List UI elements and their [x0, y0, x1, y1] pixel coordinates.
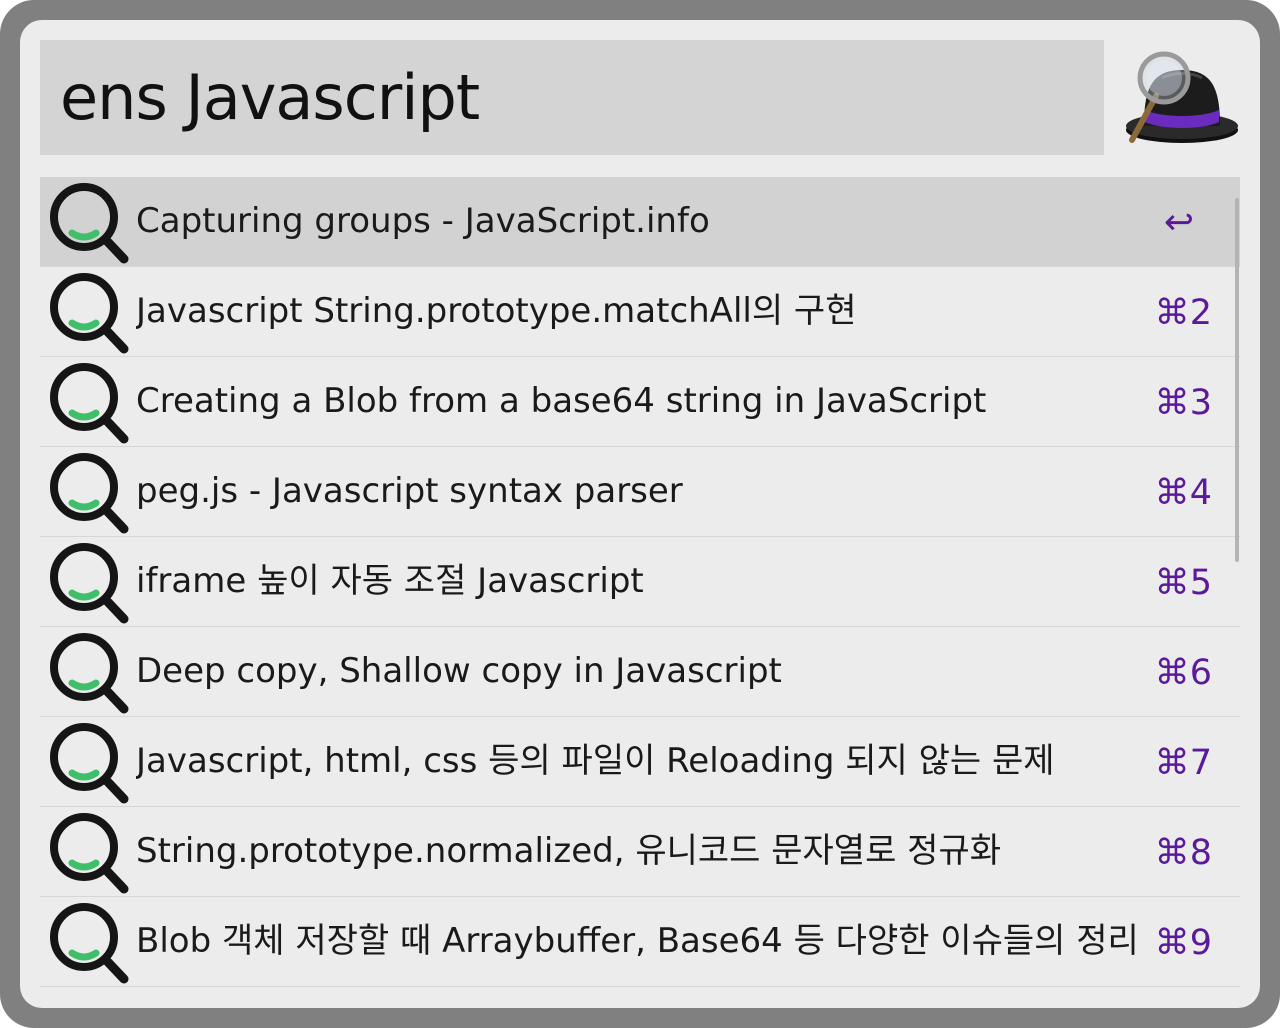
search-magnifier-icon — [46, 271, 130, 355]
result-shortcut: ⌘2 — [1154, 293, 1212, 333]
search-bar[interactable]: ens Javascript — [40, 40, 1104, 155]
search-magnifier-icon — [46, 451, 130, 535]
result-row-5[interactable]: iframe 높이 자동 조절 Javascript ⌘5 — [40, 537, 1240, 627]
result-shortcut: ⌘9 — [1154, 923, 1212, 963]
result-shortcut: ⌘4 — [1154, 473, 1212, 513]
result-row-9[interactable]: Blob 객체 저장할 때 Arraybuffer, Base64 등 다양한 … — [40, 897, 1240, 987]
result-shortcut: ⌘8 — [1154, 833, 1212, 873]
scrollbar[interactable] — [1235, 198, 1239, 562]
search-magnifier-icon — [46, 721, 130, 805]
result-row-3[interactable]: Creating a Blob from a base64 string in … — [40, 357, 1240, 447]
alfred-hat-magnifier-icon — [1122, 48, 1242, 148]
result-shortcut: ⌘7 — [1154, 743, 1212, 783]
result-row-7[interactable]: Javascript, html, css 등의 파일이 Reloading 되… — [40, 717, 1240, 807]
result-title: Capturing groups - JavaScript.info — [136, 201, 710, 241]
result-shortcut: ⌘5 — [1154, 563, 1212, 603]
search-magnifier-icon — [46, 181, 130, 265]
result-title: Blob 객체 저장할 때 Arraybuffer, Base64 등 다양한 … — [136, 921, 1139, 961]
result-row-6[interactable]: Deep copy, Shallow copy in Javascript ⌘6 — [40, 627, 1240, 717]
search-magnifier-icon — [46, 541, 130, 625]
result-title: Javascript String.prototype.matchAll의 구현 — [136, 291, 857, 331]
result-title: peg.js - Javascript syntax parser — [136, 471, 683, 511]
result-title: Javascript, html, css 등의 파일이 Reloading 되… — [136, 741, 1055, 781]
result-title: String.prototype.normalized, 유니코드 문자열로 정… — [136, 831, 1002, 871]
window-frame: ens Javascript Capturing groups - JavaSc… — [0, 0, 1280, 1028]
result-row-2[interactable]: Javascript String.prototype.matchAll의 구현… — [40, 267, 1240, 357]
result-row-1[interactable]: Capturing groups - JavaScript.info ↩ — [40, 177, 1240, 267]
search-magnifier-icon — [46, 811, 130, 895]
result-row-4[interactable]: peg.js - Javascript syntax parser ⌘4 — [40, 447, 1240, 537]
result-shortcut: ⌘3 — [1154, 383, 1212, 423]
result-shortcut: ⌘6 — [1154, 653, 1212, 693]
search-input[interactable]: ens Javascript — [60, 40, 1104, 155]
search-magnifier-icon — [46, 361, 130, 445]
result-title: iframe 높이 자동 조절 Javascript — [136, 561, 644, 601]
search-magnifier-icon — [46, 631, 130, 715]
enter-shortcut-icon: ↩ — [1163, 202, 1194, 243]
launcher-window: ens Javascript Capturing groups - JavaSc… — [20, 20, 1260, 1008]
results-list: Capturing groups - JavaScript.info ↩ Jav… — [40, 177, 1240, 987]
result-row-8[interactable]: String.prototype.normalized, 유니코드 문자열로 정… — [40, 807, 1240, 897]
result-title: Creating a Blob from a base64 string in … — [136, 381, 987, 421]
search-magnifier-icon — [46, 901, 130, 985]
result-title: Deep copy, Shallow copy in Javascript — [136, 651, 782, 691]
